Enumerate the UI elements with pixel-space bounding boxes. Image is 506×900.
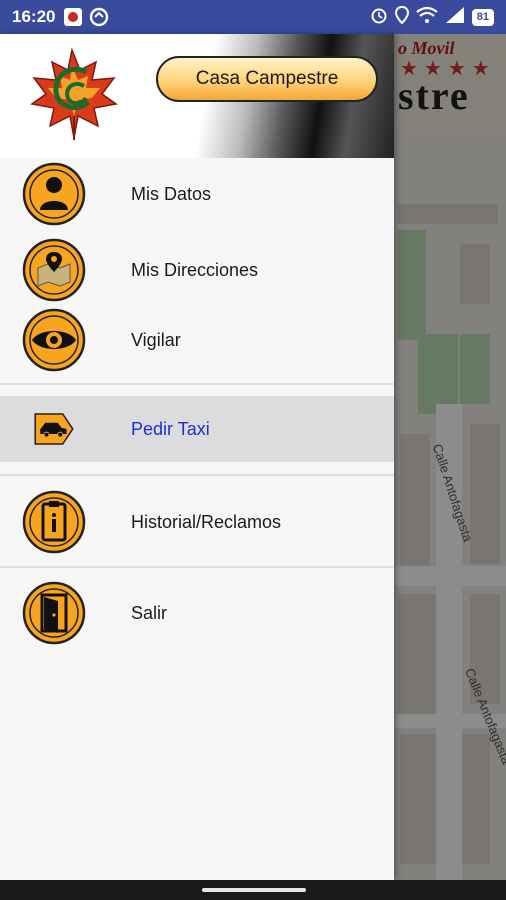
menu-item-pedir-taxi[interactable]: Pedir Taxi bbox=[0, 396, 394, 462]
divider bbox=[0, 566, 394, 568]
divider bbox=[0, 383, 394, 385]
profile-button[interactable]: Casa Campestre bbox=[156, 56, 378, 102]
signal-icon bbox=[444, 6, 466, 29]
battery-indicator: 81 bbox=[471, 8, 494, 26]
taxi-icon bbox=[34, 413, 74, 445]
alarm-icon bbox=[370, 6, 388, 29]
person-icon bbox=[22, 162, 86, 226]
menu-item-label: Mis Direcciones bbox=[131, 259, 259, 280]
status-bar: 16:20 81 bbox=[0, 0, 506, 34]
divider bbox=[0, 474, 394, 476]
eye-icon bbox=[22, 308, 86, 372]
drawer-header: Casa Campestre bbox=[0, 34, 394, 158]
wifi-icon bbox=[416, 6, 438, 29]
menu-item-historial-reclamos[interactable]: Historial/Reclamos bbox=[0, 486, 394, 558]
menu-item-mis-direcciones[interactable]: Mis Direcciones bbox=[0, 234, 394, 306]
menu-item-label: Vigilar bbox=[131, 329, 181, 350]
menu-item-label: Mis Datos bbox=[131, 183, 212, 204]
clipboard-icon bbox=[22, 490, 86, 554]
sync-icon bbox=[89, 7, 109, 27]
menu-item-label: Pedir Taxi bbox=[131, 418, 210, 439]
app-notification-icon bbox=[63, 7, 83, 27]
menu-item-mis-datos[interactable]: Mis Datos bbox=[0, 158, 394, 230]
maple-leaf-logo-icon bbox=[30, 47, 118, 140]
menu-item-salir[interactable]: Salir bbox=[0, 577, 394, 649]
menu-item-label: Historial/Reclamos bbox=[131, 511, 282, 532]
exit-door-icon bbox=[22, 581, 86, 645]
map-pin-icon bbox=[22, 238, 86, 302]
location-icon bbox=[394, 5, 410, 29]
home-gesture-handle[interactable] bbox=[202, 888, 306, 892]
navigation-drawer: Casa Campestre Mis Datos Mis Direcciones bbox=[0, 34, 394, 880]
system-navigation-bar bbox=[0, 880, 506, 900]
clock: 16:20 bbox=[12, 7, 56, 26]
menu-item-label: Salir bbox=[131, 602, 168, 623]
menu-item-vigilar[interactable]: Vigilar bbox=[0, 304, 394, 376]
